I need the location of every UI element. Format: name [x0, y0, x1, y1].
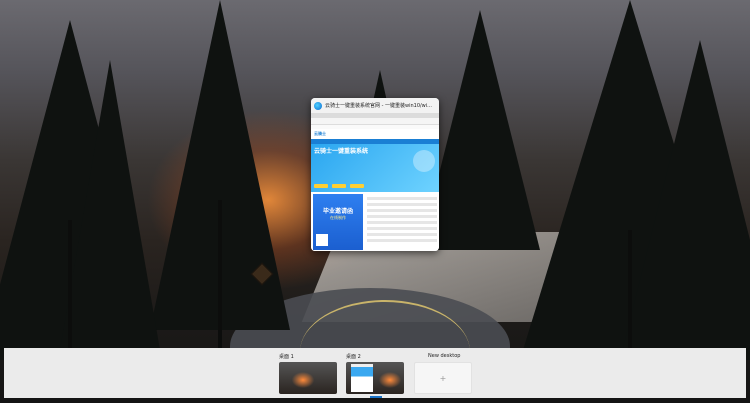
tree-trunk	[68, 220, 72, 350]
site-header: 云骑士	[311, 129, 439, 139]
task-view-window[interactable]: 云骑士一键重装系统官网 - 一键重装win10/wi... 云骑士 云骑士一键重…	[311, 98, 439, 251]
hero-button	[350, 184, 364, 188]
desktops-strip: 桌面 1 桌面 2 New desktop +	[4, 348, 746, 398]
edge-icon	[314, 101, 322, 110]
ad-banner: 毕业邀请函 在线制作	[313, 194, 363, 250]
list-item	[367, 215, 437, 218]
tree	[60, 60, 160, 350]
active-desktop-indicator	[370, 396, 382, 398]
desktop-2-label: 桌面 2	[346, 354, 361, 360]
list-item	[367, 197, 437, 200]
ad-title: 毕业邀请函	[322, 208, 353, 215]
new-desktop-button[interactable]: +	[414, 362, 472, 394]
window-title-bar[interactable]: 云骑士一键重装系统官网 - 一键重装win10/wi...	[311, 98, 439, 113]
new-desktop-label: New desktop	[428, 353, 461, 359]
list-item	[367, 227, 437, 230]
site-logo: 云骑士	[314, 131, 326, 136]
qr-code	[316, 234, 328, 246]
hero-button	[332, 184, 346, 188]
list-item	[367, 221, 437, 224]
tree	[620, 40, 750, 360]
globe-graphic	[413, 150, 435, 172]
plus-icon: +	[439, 373, 447, 383]
desktop-2-thumbnail[interactable]	[346, 362, 404, 394]
site-lower: 毕业邀请函 在线制作	[311, 192, 439, 251]
hero-button	[314, 184, 328, 188]
list-item	[367, 239, 437, 242]
list-item	[367, 233, 437, 236]
window-title: 云骑士一键重装系统官网 - 一键重装win10/wi...	[325, 103, 432, 109]
site-hero: 云骑士一键重装系统	[311, 144, 439, 192]
list-item	[367, 203, 437, 206]
browser-preview: 云骑士 云骑士一键重装系统 毕业邀请函 在线制作	[311, 113, 439, 251]
site-list	[365, 192, 439, 251]
browser-address-bar	[311, 118, 439, 125]
list-item	[367, 209, 437, 212]
ad-subtitle: 在线制作	[330, 215, 346, 220]
desktop-1-thumbnail[interactable]	[279, 362, 337, 394]
hero-buttons	[314, 184, 364, 188]
tree-trunk	[628, 230, 632, 350]
desktop-1-label: 桌面 1	[279, 354, 294, 360]
tree-trunk	[218, 200, 222, 350]
mini-window	[351, 364, 373, 392]
